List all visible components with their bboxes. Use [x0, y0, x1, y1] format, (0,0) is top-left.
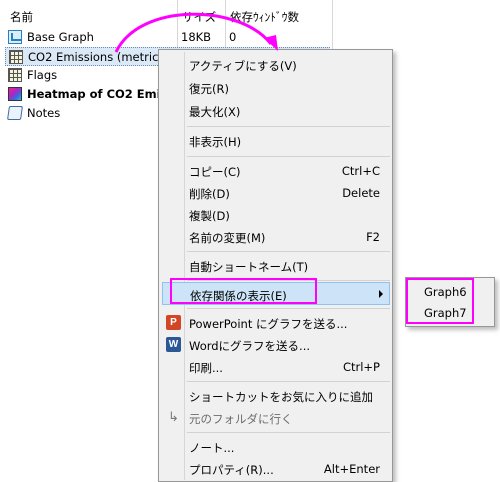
menu-item-label: PowerPoint にグラフを送る...	[189, 317, 348, 331]
menu-separator	[187, 308, 390, 309]
powerpoint-icon: P	[166, 315, 181, 330]
word-icon: W	[166, 337, 181, 352]
annotation-box-menu-item	[170, 278, 317, 304]
menu-item-delete[interactable]: 削除(D) Delete	[162, 181, 390, 204]
submenu-arrow-icon	[379, 290, 383, 298]
explorer-row-base-graph[interactable]: Base Graph 18KB 0	[5, 28, 330, 47]
menu-separator	[187, 432, 390, 433]
menu-separator	[187, 126, 390, 127]
menu-item-rename[interactable]: 名前の変更(M) F2	[162, 225, 390, 248]
menu-separator	[187, 156, 390, 157]
menu-item-label: 削除(D)	[189, 187, 230, 201]
row-name: Flags	[27, 68, 58, 82]
menu-item-label: 印刷...	[189, 361, 223, 375]
menu-item-label: ノート...	[189, 441, 235, 455]
menu-item-send-to-powerpoint[interactable]: P PowerPoint にグラフを送る...	[162, 311, 390, 334]
menu-item-maximize[interactable]: 最大化(X)	[162, 99, 390, 122]
menu-item-auto-short-name[interactable]: 自動ショートネーム(T)	[162, 254, 390, 277]
graph-icon	[8, 30, 22, 44]
menu-item-label: 名前の変更(M)	[189, 231, 266, 245]
heatmap-icon	[8, 87, 22, 101]
menu-item-duplicate[interactable]: 複製(D)	[162, 203, 390, 226]
menu-item-copy[interactable]: コピー(C) Ctrl+C	[162, 159, 390, 182]
menu-item-label: 最大化(X)	[189, 105, 241, 119]
menu-item-label: アクティブにする(V)	[189, 59, 297, 73]
column-header-size[interactable]: サイズ	[182, 9, 216, 25]
menu-item-label: 元のフォルダに行く	[189, 412, 293, 426]
context-menu: アクティブにする(V) 復元(R) 最大化(X) 非表示(H) コピー(C) C…	[158, 49, 393, 482]
menu-item-shortcut: Ctrl+P	[342, 360, 380, 374]
row-name: Notes	[27, 106, 61, 120]
row-name: Base Graph	[27, 30, 94, 44]
menu-item-label: 非表示(H)	[189, 135, 242, 149]
menu-item-notes[interactable]: ノート...	[162, 435, 390, 458]
menu-item-send-to-word[interactable]: W Wordにグラフを送る...	[162, 333, 390, 356]
row-name: CO2 Emissions (metric tor	[28, 50, 179, 64]
menu-item-add-shortcut-to-favorites[interactable]: ショートカットをお気に入りに追加	[162, 384, 390, 407]
menu-item-label: 復元(R)	[189, 82, 229, 96]
menu-item-shortcut: Ctrl+C	[341, 164, 380, 178]
worksheet-icon	[8, 68, 22, 82]
go-to-folder-icon: ↳	[168, 410, 179, 425]
menu-item-label: プロパティ(R)...	[189, 463, 274, 477]
menu-item-shortcut: F2	[366, 230, 380, 244]
menu-item-activate[interactable]: アクティブにする(V)	[162, 53, 390, 76]
menu-item-shortcut: Alt+Enter	[323, 462, 380, 476]
menu-item-label: 自動ショートネーム(T)	[189, 260, 309, 274]
menu-item-label: Wordにグラフを送る...	[189, 339, 311, 353]
row-dependents: 0	[229, 30, 237, 44]
menu-item-properties[interactable]: プロパティ(R)... Alt+Enter	[162, 457, 390, 480]
column-header-dependents[interactable]: 依存ｳｨﾝﾄﾞｳ数	[230, 9, 299, 25]
menu-item-go-to-folder: ↳ 元のフォルダに行く	[162, 406, 390, 429]
row-size: 18KB	[181, 30, 212, 44]
worksheet-icon	[9, 50, 23, 64]
menu-item-label: ショートカットをお気に入りに追加	[189, 390, 373, 404]
annotation-box-submenu	[406, 278, 474, 324]
menu-item-label: コピー(C)	[189, 165, 241, 179]
menu-separator	[187, 381, 390, 382]
menu-item-label: 複製(D)	[189, 209, 230, 223]
menu-item-hide[interactable]: 非表示(H)	[162, 129, 390, 152]
column-header-name[interactable]: 名前	[10, 9, 33, 25]
notes-icon	[7, 106, 23, 120]
menu-item-shortcut: Delete	[342, 186, 380, 200]
menu-separator	[187, 251, 390, 252]
menu-item-restore[interactable]: 復元(R)	[162, 76, 390, 99]
menu-item-print[interactable]: 印刷... Ctrl+P	[162, 355, 390, 378]
